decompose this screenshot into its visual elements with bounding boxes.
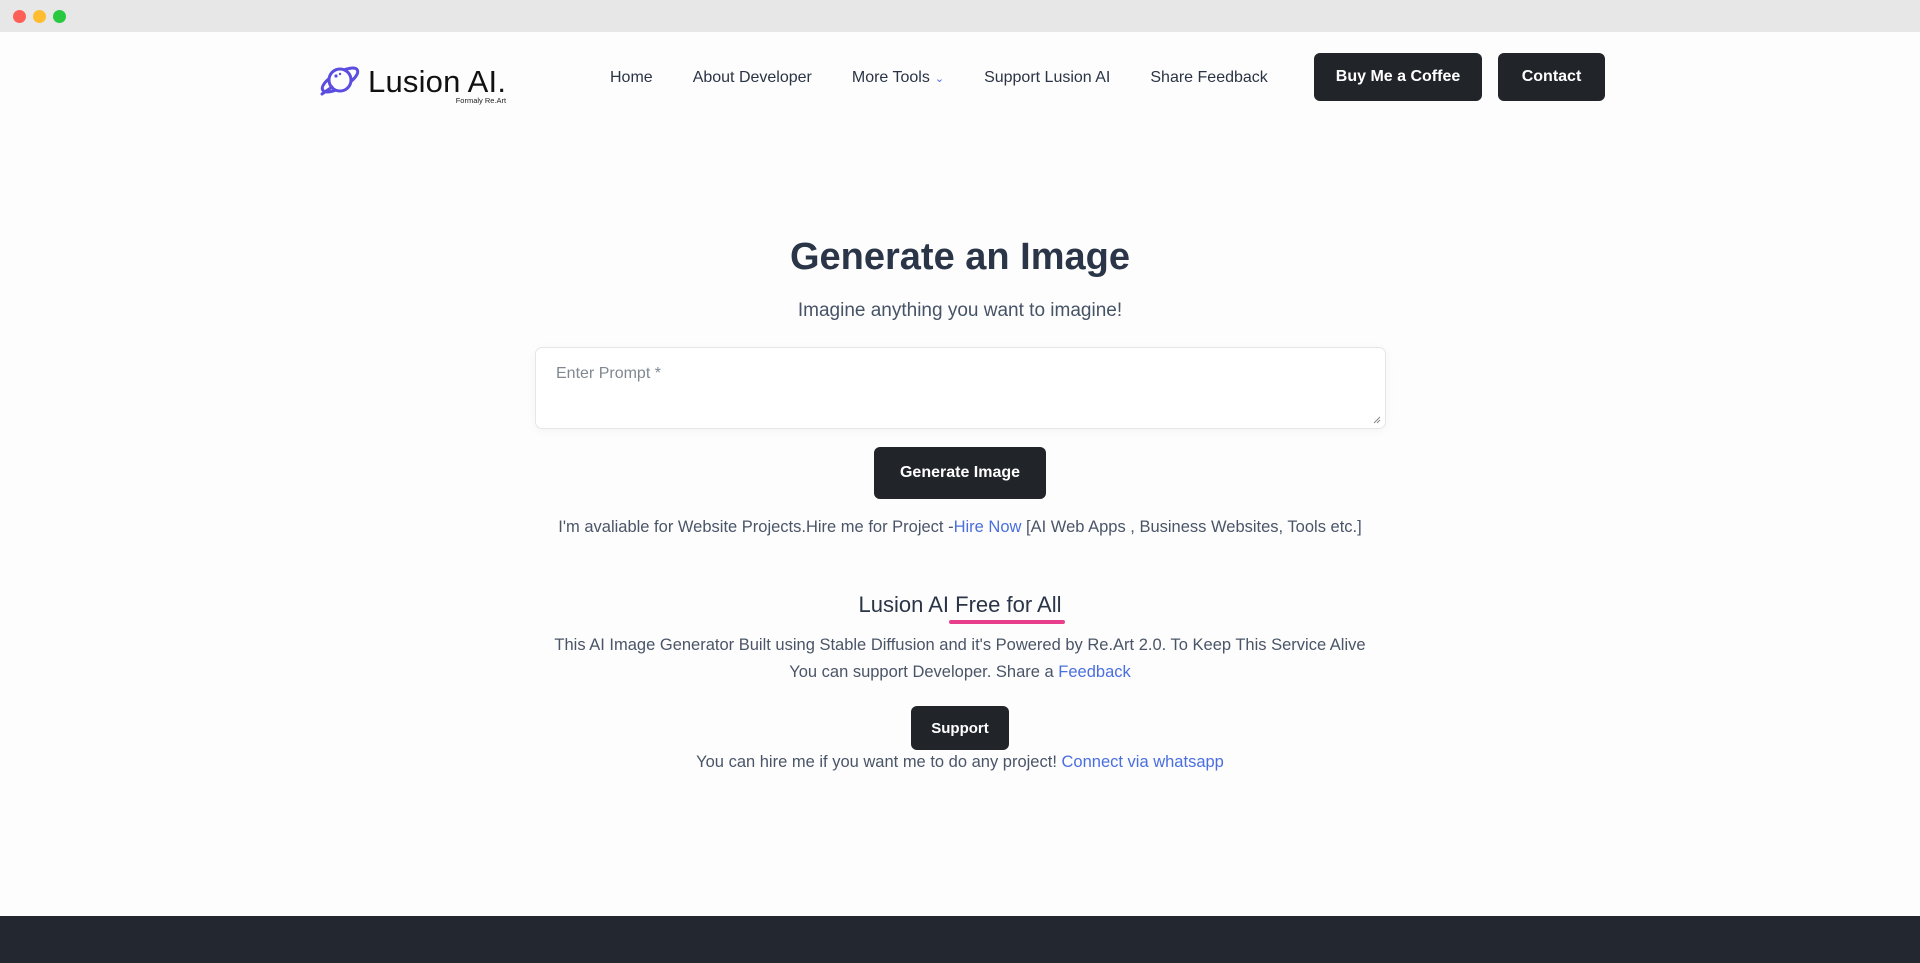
prompt-placeholder: Enter Prompt * (556, 365, 661, 382)
free-title-highlight-text: Free for All (955, 592, 1062, 617)
brand-logo-link[interactable]: Lusion AI. Formaly Re.Art (318, 60, 507, 106)
description-line-1: This AI Image Generator Built using Stab… (554, 636, 1366, 654)
highlight-underline (949, 620, 1065, 624)
nav-item-share-feedback[interactable]: Share Feedback (1150, 68, 1267, 88)
page-title: Generate an Image (789, 236, 1131, 278)
maximize-window-button[interactable] (53, 10, 66, 23)
nav-item-home[interactable]: Home (610, 68, 653, 88)
nav-item-about-developer[interactable]: About Developer (693, 68, 812, 88)
nav-item-support-lusion-ai[interactable]: Support Lusion AI (984, 68, 1110, 88)
main-navigation: Home About Developer More Tools ⌄ Suppor… (610, 68, 1308, 88)
minimize-window-button[interactable] (33, 10, 46, 23)
free-title-highlight: Free for All (949, 592, 1065, 624)
brand-text: Lusion AI. Formaly Re.Art (368, 64, 507, 106)
hire-suffix: [AI Web Apps , Business Websites, Tools … (1021, 518, 1362, 536)
planet-logo-icon (318, 61, 362, 104)
brand-name: Lusion AI. (368, 64, 507, 99)
description-line-2-text: You can support Developer. Share a (789, 663, 1059, 681)
chevron-down-icon: ⌄ (934, 73, 945, 85)
buy-me-a-coffee-button[interactable]: Buy Me a Coffee (1314, 53, 1482, 101)
free-title-plain: Lusion AI (858, 592, 956, 617)
feedback-link[interactable]: Feedback (1058, 663, 1130, 681)
nav-item-more-tools[interactable]: More Tools ⌄ (852, 68, 944, 88)
page-subtitle: Imagine anything you want to imagine! (797, 300, 1123, 321)
resize-handle-icon[interactable] (1373, 416, 1381, 424)
connect-text: You can hire me if you want me to do any… (0, 753, 1920, 772)
page: Lusion AI. Formaly Re.Art Home About Dev… (0, 32, 1920, 963)
support-button[interactable]: Support (911, 706, 1009, 750)
browser-title-bar (0, 0, 1920, 32)
footer (0, 916, 1920, 963)
free-section-title: Lusion AI Free for All (0, 592, 1920, 624)
hire-me-text: I'm avaliable for Website Projects.Hire … (0, 518, 1920, 537)
hire-text: I'm avaliable for Website Projects.Hire … (558, 518, 954, 536)
free-section-description: This AI Image Generator Built using Stab… (0, 632, 1920, 686)
hire-now-link[interactable]: Hire Now (954, 518, 1022, 536)
connect-whatsapp-link[interactable]: Connect via whatsapp (1062, 753, 1224, 771)
contact-button[interactable]: Contact (1498, 53, 1605, 101)
nav-item-more-tools-label: More Tools (851, 69, 930, 86)
generate-image-button[interactable]: Generate Image (874, 447, 1046, 499)
brand-subtitle: Formaly Re.Art (455, 96, 507, 105)
connect-text-label: You can hire me if you want me to do any… (696, 753, 1062, 771)
description-line-2: You can support Developer. Share a Feedb… (0, 659, 1920, 686)
close-window-button[interactable] (13, 10, 26, 23)
prompt-input[interactable]: Enter Prompt * (535, 347, 1386, 429)
